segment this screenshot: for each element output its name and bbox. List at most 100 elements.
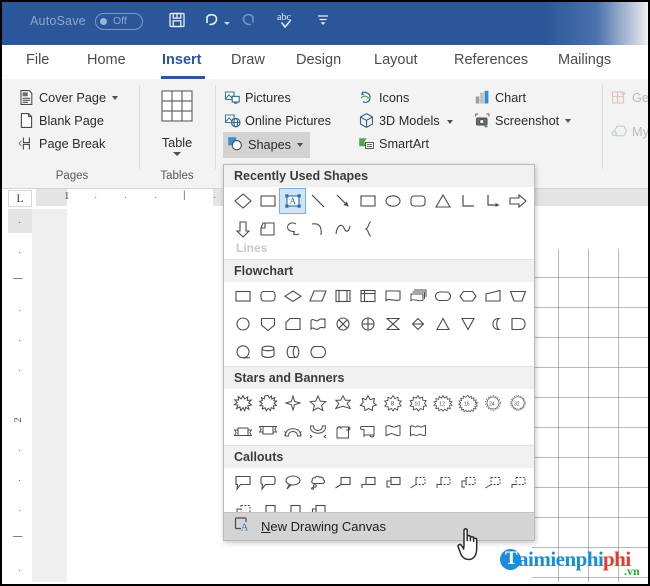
shape-star-12-point[interactable]: 12 <box>430 391 455 415</box>
chevron-down-icon[interactable] <box>565 118 572 123</box>
shape-flowchart-preparation[interactable] <box>455 284 480 308</box>
undo-dropdown-caret-icon[interactable] <box>224 22 230 25</box>
ribbon-item-my-addins[interactable]: My Add-ins <box>611 123 648 140</box>
spelling-check-icon[interactable]: abc <box>275 10 299 32</box>
ribbon-item-screenshot[interactable]: Screenshot <box>474 112 572 129</box>
shape-flowchart-sequential-access-storage[interactable] <box>230 340 255 364</box>
shape-flowchart-connector[interactable] <box>230 312 255 336</box>
shape-line-callout-1-border-accent[interactable] <box>405 470 430 494</box>
tab-insert[interactable]: Insert <box>162 52 202 68</box>
ribbon-item-page-break[interactable]: Page Break <box>18 135 105 152</box>
shape-star-10-point[interactable]: 10 <box>405 391 430 415</box>
shape-text-box[interactable]: A <box>279 188 306 214</box>
shape-line-callout-2[interactable] <box>355 470 380 494</box>
shape-double-wave[interactable] <box>405 419 430 443</box>
shape-arc[interactable] <box>330 217 355 241</box>
shape-rectangular-callout[interactable] <box>230 470 255 494</box>
shape-flowchart-merge[interactable] <box>455 312 480 336</box>
chevron-down-icon[interactable] <box>112 95 118 100</box>
shape-flowchart-data[interactable] <box>305 284 330 308</box>
tab-references[interactable]: References <box>454 52 528 68</box>
shape-vertical-scroll[interactable] <box>330 419 355 443</box>
shape-scribble[interactable] <box>280 217 305 241</box>
chevron-down-icon[interactable] <box>447 120 453 124</box>
tab-mailings[interactable]: Mailings <box>558 52 611 68</box>
document-page[interactable] <box>67 209 213 582</box>
ribbon-item-chart[interactable]: Chart <box>474 89 526 106</box>
ribbon-item-3d-models[interactable]: 3D Models <box>358 112 440 129</box>
shape-cloud-callout[interactable] <box>305 470 330 494</box>
shape-flowchart-delay-rot[interactable] <box>255 217 280 241</box>
shape-star-4-point[interactable] <box>280 391 305 415</box>
shape-left-brace[interactable] <box>355 217 380 241</box>
shape-flowchart-predefined-process[interactable] <box>330 284 355 308</box>
shape-oval-callout[interactable] <box>280 470 305 494</box>
shape-line-callout-2-border-accent[interactable] <box>430 470 455 494</box>
shape-flowchart-manual-input[interactable] <box>480 284 505 308</box>
shape-flowchart-card[interactable] <box>280 312 305 336</box>
shape-star-5-point[interactable] <box>305 391 330 415</box>
shape-flowchart-sort[interactable] <box>405 312 430 336</box>
shape-line-arrow[interactable] <box>330 189 355 213</box>
save-icon[interactable] <box>167 10 187 30</box>
chevron-down-icon[interactable] <box>297 143 304 147</box>
tab-file[interactable]: File <box>26 52 49 68</box>
shape-star-24-point[interactable]: 24 <box>480 391 505 415</box>
shape-star-6-point[interactable] <box>330 391 355 415</box>
ribbon-item-get-addins[interactable]: Get Add-ins <box>611 89 648 106</box>
customize-quick-access-icon[interactable] <box>315 10 331 30</box>
shape-curve[interactable] <box>305 217 330 241</box>
shape-star-16-point[interactable]: 16 <box>455 391 480 415</box>
shapes-gallery-dropdown[interactable]: Recently Used Shapes A Lines Flowchart S… <box>223 164 535 541</box>
shape-star-32-point[interactable]: 32 <box>505 391 530 415</box>
shape-flowchart-internal-storage[interactable] <box>355 284 380 308</box>
ribbon-item-icons[interactable]: Icons <box>358 89 409 106</box>
ribbon-item-blank-page[interactable]: Blank Page <box>18 112 104 129</box>
shape-elbow-connector[interactable] <box>455 189 480 213</box>
shape-flowchart-or[interactable] <box>355 312 380 336</box>
shape-up-ribbon[interactable] <box>230 419 255 443</box>
tab-home[interactable]: Home <box>87 52 126 68</box>
shape-right-arrow[interactable] <box>505 189 530 213</box>
shape-diamond[interactable] <box>230 189 255 213</box>
shape-flowchart-display[interactable] <box>305 340 330 364</box>
shape-flowchart-stored-data[interactable] <box>480 312 505 336</box>
shape-flowchart-manual-operation[interactable] <box>505 284 530 308</box>
shape-flowchart-punched-tape[interactable] <box>305 312 330 336</box>
shape-flowchart-multidocument[interactable] <box>405 284 430 308</box>
shape-flowchart-document[interactable] <box>380 284 405 308</box>
shape-line-callout-2-accent[interactable] <box>505 470 530 494</box>
shape-explosion-1[interactable] <box>230 391 255 415</box>
vertical-ruler[interactable]: · · | · · · 2 · · · | · <box>8 209 32 582</box>
shape-down-ribbon[interactable] <box>255 419 280 443</box>
shape-flowchart-extract[interactable] <box>430 312 455 336</box>
ribbon-item-smartart[interactable]: SmartArt <box>358 135 429 152</box>
ribbon-item-online-pictures[interactable]: Online Pictures <box>224 112 331 129</box>
tab-stop-selector[interactable]: L <box>8 190 32 207</box>
shape-rectangle[interactable] <box>255 189 280 213</box>
shape-curved-up-ribbon[interactable] <box>280 419 305 443</box>
shape-flowchart-alternate-process[interactable] <box>255 284 280 308</box>
shape-line-callout-3[interactable] <box>380 470 405 494</box>
shape-line-callout-1[interactable] <box>330 470 355 494</box>
shape-rounded-rectangle[interactable] <box>405 189 430 213</box>
ribbon-item-table[interactable]: Table <box>154 87 200 156</box>
undo-icon[interactable] <box>202 10 222 30</box>
shape-star-8-point[interactable]: 8 <box>380 391 405 415</box>
ribbon-item-shapes[interactable]: Shapes <box>223 132 311 158</box>
chevron-down-icon[interactable] <box>173 152 181 156</box>
shape-elbow-arrow-connector[interactable] <box>480 189 505 213</box>
shape-flowchart-process[interactable] <box>230 284 255 308</box>
shape-wave[interactable] <box>380 419 405 443</box>
shape-flowchart-summing-junction[interactable] <box>330 312 355 336</box>
ribbon-item-cover-page[interactable]: Cover Page <box>18 89 118 106</box>
shape-flowchart-direct-access-storage[interactable] <box>280 340 305 364</box>
shape-triangle[interactable] <box>430 189 455 213</box>
shape-flowchart-decision[interactable] <box>280 284 305 308</box>
shape-line-callout-3-border-accent[interactable] <box>455 470 480 494</box>
shape-rounded-rectangular-callout[interactable] <box>255 470 280 494</box>
shape-rectangle-2[interactable] <box>355 189 380 213</box>
shape-flowchart-off-page-connector[interactable] <box>255 312 280 336</box>
shape-flowchart-terminator[interactable] <box>430 284 455 308</box>
shape-down-arrow[interactable] <box>230 217 255 241</box>
